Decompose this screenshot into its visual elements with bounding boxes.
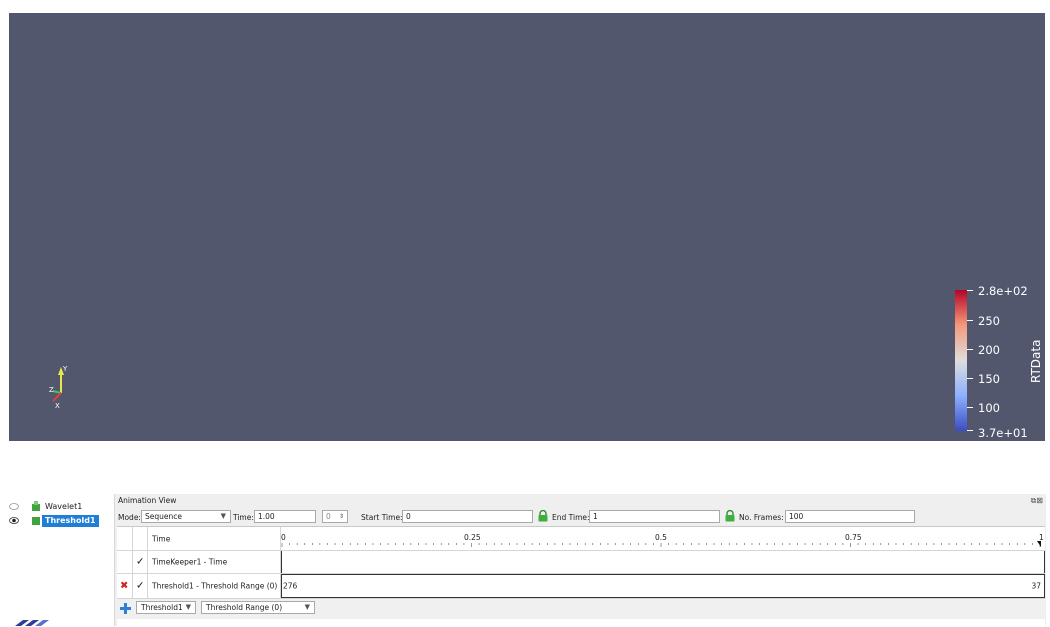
start-time-value: 0 [406,512,411,521]
color-legend-title: RTData [1029,339,1043,383]
frames-label: No. Frames: [739,513,784,522]
color-legend-gradient [955,290,967,431]
color-legend-tick: 200 [978,343,1000,357]
color-legend-tick: 250 [978,314,1000,328]
time-input[interactable]: 1.00 [254,510,316,523]
chevron-down-icon: ▼ [185,603,191,611]
add-track-row: Threshold1 ▼ Threshold Range (0) ▼ [117,599,1045,619]
track-property-value: Threshold Range (0) [206,603,283,612]
color-legend-max: 2.8e+02 [978,284,1028,298]
chevron-down-icon: ▼ [220,512,226,520]
color-legend-tick: 100 [978,401,1000,415]
delete-track-button[interactable]: ✖ [117,574,133,598]
lock-icon[interactable] [724,510,736,522]
start-time-input[interactable]: 0 [402,510,533,523]
lock-icon[interactable] [537,510,549,522]
axis-z-label: Z [49,386,54,394]
color-legend-tick: 150 [978,372,1000,386]
color-legend-min: 3.7e+01 [978,426,1028,440]
keyframe-end-value: 37 [1031,581,1041,591]
track-checkbox[interactable]: ✓ [133,574,148,598]
source-icon [32,501,40,511]
animation-view: Animation View ⧉⊠ Mode: Sequence ▼ Time:… [114,494,1046,627]
keyframe-start-value: 276 [283,581,298,591]
pipeline-item-threshold1[interactable]: Threshold1 [0,514,112,528]
time-index-spinbox[interactable]: 0 ⇕ [322,510,348,523]
start-time-label: Start Time: [361,513,403,522]
table-row[interactable]: ✖ ✓ Threshold1 - Threshold Range (0) 276… [117,574,1045,599]
spinner-icon[interactable]: ⇕ [339,511,344,522]
track-checkbox[interactable]: ✓ [133,551,148,573]
time-index-value: 0 [326,512,331,521]
time-header: Time [148,527,281,550]
eye-icon[interactable] [9,517,19,524]
add-icon[interactable] [120,603,131,614]
filter-icon [32,517,40,525]
pipeline-item-label: Threshold1 [42,515,99,527]
end-time-label: End Time: [552,513,590,522]
mode-label: Mode: [118,513,141,522]
frames-value: 100 [789,512,804,521]
close-icon[interactable]: ⊠ [1036,496,1043,505]
axis-y-label: Y [62,365,68,373]
axis-x-label: X [55,402,60,410]
pipeline-item-label: Wavelet1 [45,502,83,511]
mode-select[interactable]: Sequence ▼ [141,510,231,523]
logo-icon [15,620,49,626]
render-view[interactable]: Y Z X 2.8e+02 250 200 150 100 3.7e+01 [9,13,1045,441]
end-time-value: 1 [593,512,598,521]
table-header-row: Time 0 0.25 0.5 0.75 1 [117,527,1045,551]
panel-controls: ⧉⊠ [1031,496,1043,506]
timeline-ticks [281,541,1041,547]
track-source-value: Threshold1 [141,603,183,612]
panel-title: Animation View [118,496,177,505]
track-timeline[interactable] [281,551,1045,573]
track-property-select[interactable]: Threshold Range (0) ▼ [201,601,315,614]
orientation-axes: Y Z X [49,365,68,410]
timeline-ruler[interactable]: 0 0.25 0.5 0.75 1 [281,527,1045,550]
pipeline-browser: Wavelet1 Threshold1 [0,488,112,626]
mode-value: Sequence [145,512,182,521]
track-name: TimeKeeper1 - Time [148,551,281,573]
time-label: Time: [233,513,254,522]
pipeline-item-wavelet1[interactable]: Wavelet1 [0,500,112,514]
end-time-input[interactable]: 1 [589,510,720,523]
table-row[interactable]: ✓ TimeKeeper1 - Time [117,551,1045,574]
track-source-select[interactable]: Threshold1 ▼ [136,601,196,614]
track-name: Threshold1 - Threshold Range (0) [148,574,281,598]
animation-tracks-table: Time 0 0.25 0.5 0.75 1 ✓ TimeKeeper1 - T… [117,526,1045,627]
frames-input[interactable]: 100 [785,510,915,523]
time-value: 1.00 [258,512,275,521]
eye-closed-icon[interactable] [9,503,19,510]
chevron-down-icon: ▼ [304,603,310,611]
track-keyframes[interactable]: 276 37 [281,574,1045,598]
